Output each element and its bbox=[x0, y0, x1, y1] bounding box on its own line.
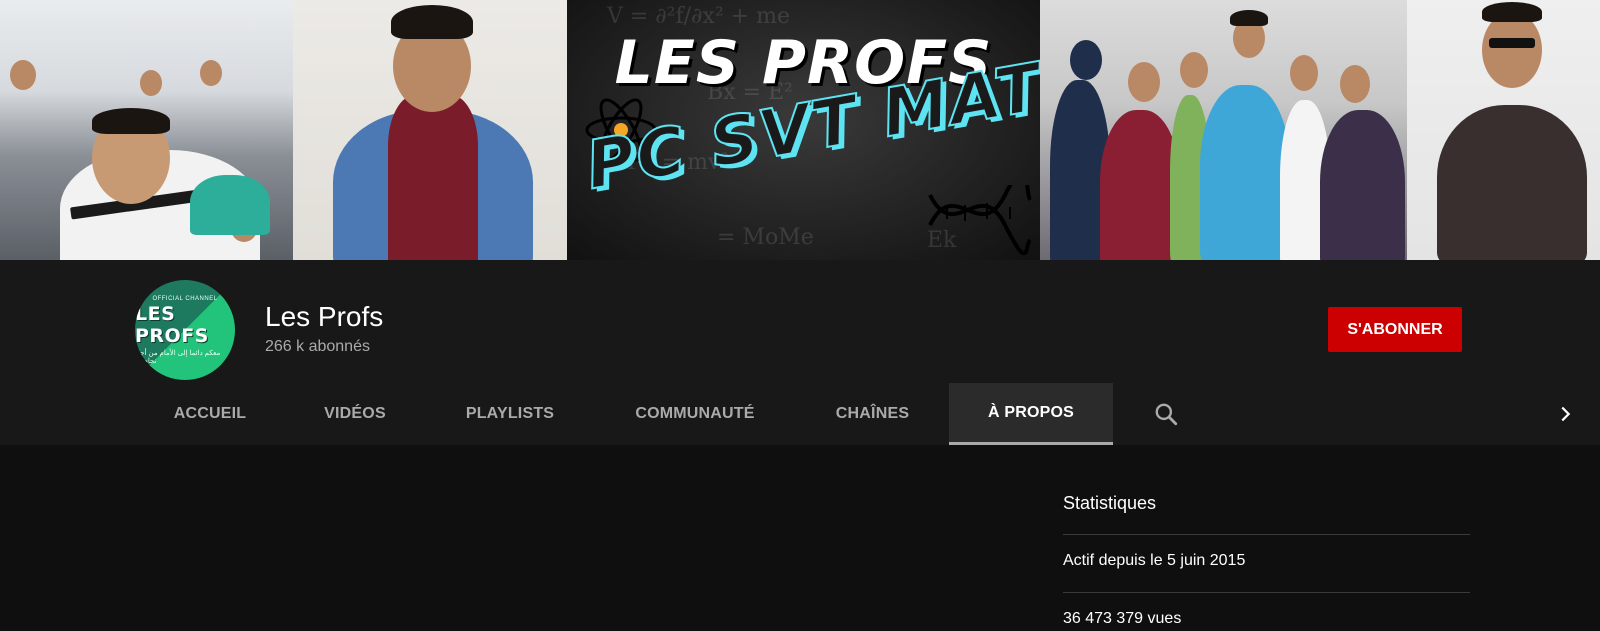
channel-banner: V = ∂²f/∂x² + me Bx = E² Fv = mv² = MoMe… bbox=[0, 0, 1600, 260]
about-content: Statistiques Actif depuis le 5 juin 2015… bbox=[0, 445, 1600, 631]
stats-divider bbox=[1063, 534, 1470, 535]
dna-icon bbox=[928, 185, 1032, 255]
avatar-arabic-text: معكم دائما إلى الأمام من أجل نجاحكم bbox=[135, 349, 221, 365]
avatar-small-text: OFFICIAL CHANNEL bbox=[152, 295, 218, 302]
search-icon[interactable] bbox=[1150, 398, 1182, 430]
stats-title: Statistiques bbox=[1063, 493, 1157, 513]
banner-photo-teacher-1 bbox=[293, 0, 567, 260]
tab-a-propos[interactable]: À PROPOS bbox=[949, 383, 1113, 445]
channel-header: OFFICIAL CHANNEL LES PROFS معكم دائما إل… bbox=[0, 260, 1600, 445]
channel-name: Les Profs bbox=[265, 301, 384, 332]
tab-chaines[interactable]: CHAÎNES bbox=[795, 383, 950, 445]
banner-photo-students bbox=[1040, 0, 1407, 260]
subscribe-button[interactable]: S'ABONNER bbox=[1328, 307, 1462, 352]
stat-joined-date: Actif depuis le 5 juin 2015 bbox=[1063, 552, 1246, 569]
banner-photo-teacher-2 bbox=[1407, 0, 1600, 260]
channel-tabs: ACCUEIL VIDÉOS PLAYLISTS COMMUNAUTÉ CHAÎ… bbox=[0, 383, 1600, 445]
banner-chalkboard: V = ∂²f/∂x² + me Bx = E² Fv = mv² = MoMe… bbox=[567, 0, 1040, 260]
tab-playlists[interactable]: PLAYLISTS bbox=[425, 383, 595, 445]
banner-photo-classroom bbox=[0, 0, 293, 260]
avatar-logo: LES PROFS bbox=[135, 302, 209, 347]
tab-accueil[interactable]: ACCUEIL bbox=[135, 383, 285, 445]
stat-view-count: 36 473 379 vues bbox=[1063, 610, 1182, 627]
subscriber-count: 266 k abonnés bbox=[265, 338, 370, 355]
channel-avatar[interactable]: OFFICIAL CHANNEL LES PROFS معكم دائما إل… bbox=[135, 280, 235, 380]
stats-divider bbox=[1063, 592, 1470, 593]
tab-videos[interactable]: VIDÉOS bbox=[285, 383, 425, 445]
chevron-right-icon[interactable] bbox=[1549, 398, 1581, 430]
tab-communaute[interactable]: COMMUNAUTÉ bbox=[595, 383, 795, 445]
